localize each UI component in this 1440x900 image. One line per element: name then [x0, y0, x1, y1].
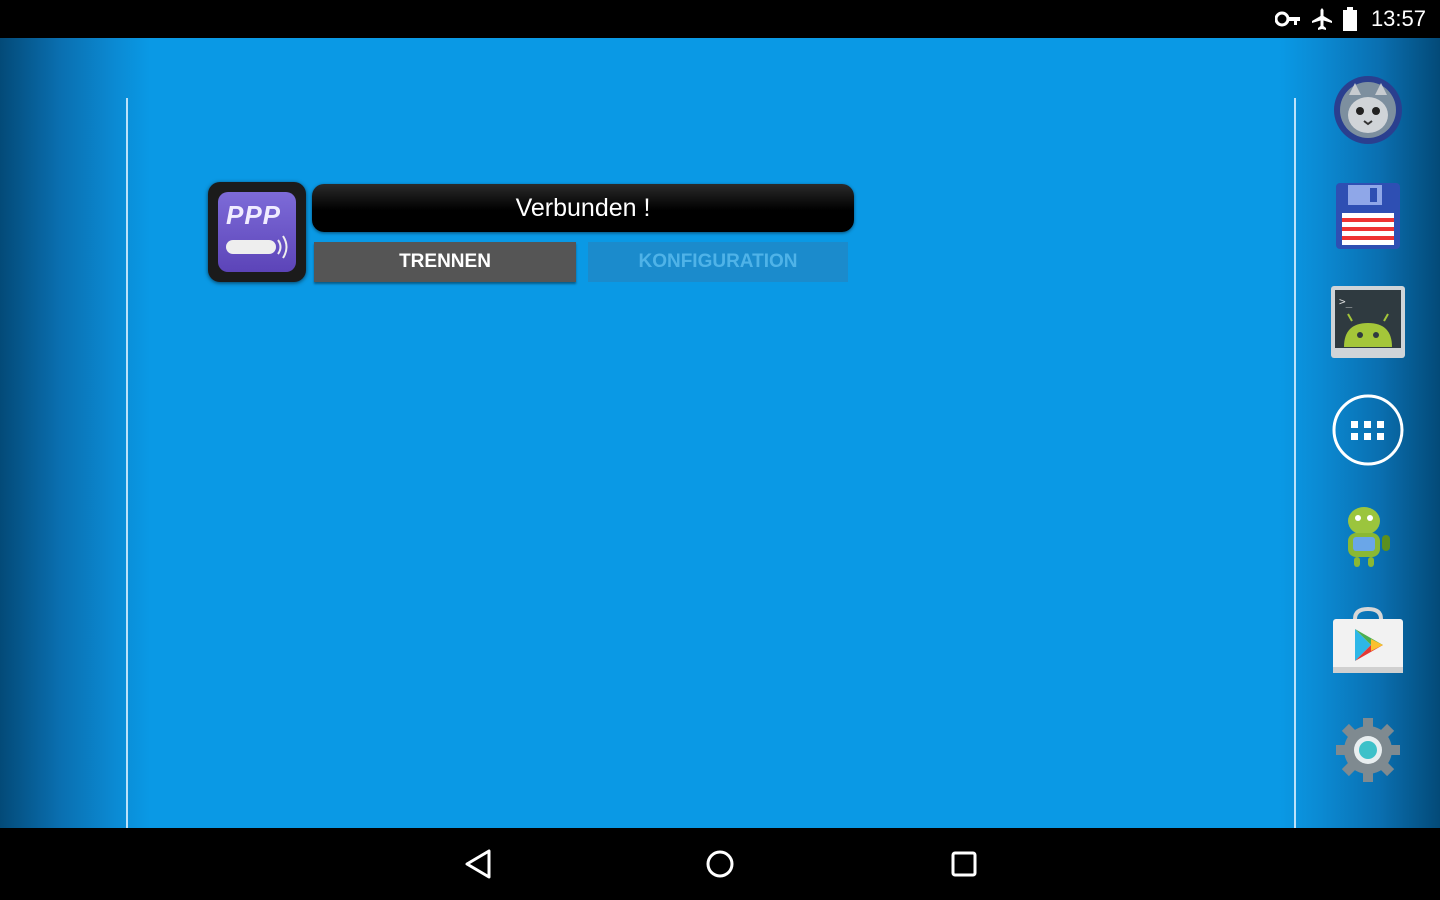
usb-plug-icon: [226, 240, 276, 254]
app-drawer-icon[interactable]: [1328, 390, 1408, 470]
status-bar: 13:57: [0, 0, 1440, 38]
clock: 13:57: [1370, 6, 1426, 31]
floppy-disk-icon[interactable]: [1328, 176, 1408, 256]
recents-icon[interactable]: [940, 840, 988, 888]
page-edge-left: [126, 98, 128, 845]
back-icon[interactable]: [454, 840, 502, 888]
navigation-bar: [0, 828, 1440, 900]
android-robot-app-icon[interactable]: [1328, 496, 1408, 576]
cat-app-icon[interactable]: [1328, 70, 1408, 150]
ppp-icon-label: PPP: [226, 200, 282, 230]
play-store-icon[interactable]: [1328, 600, 1408, 680]
ppp-widget: PPP Verbunden ! TRENNEN KONFIGURATION: [208, 182, 856, 286]
home-screen: [0, 38, 1440, 845]
connection-status: Verbunden !: [312, 184, 854, 232]
settings-gear-icon[interactable]: [1328, 710, 1408, 790]
signal-waves-icon: [277, 235, 288, 259]
ppp-app-icon[interactable]: PPP: [208, 182, 306, 282]
page-edge-right: [1294, 98, 1296, 845]
airplane-mode-icon: [1311, 7, 1333, 31]
terminal-emulator-icon[interactable]: >_: [1328, 282, 1408, 362]
disconnect-button[interactable]: TRENNEN: [314, 242, 576, 282]
svg-text:>_: >_: [1339, 295, 1353, 308]
home-icon[interactable]: [696, 840, 744, 888]
vpn-key-icon: [1274, 10, 1301, 28]
configuration-button[interactable]: KONFIGURATION: [588, 242, 848, 282]
battery-icon: [1342, 7, 1357, 31]
